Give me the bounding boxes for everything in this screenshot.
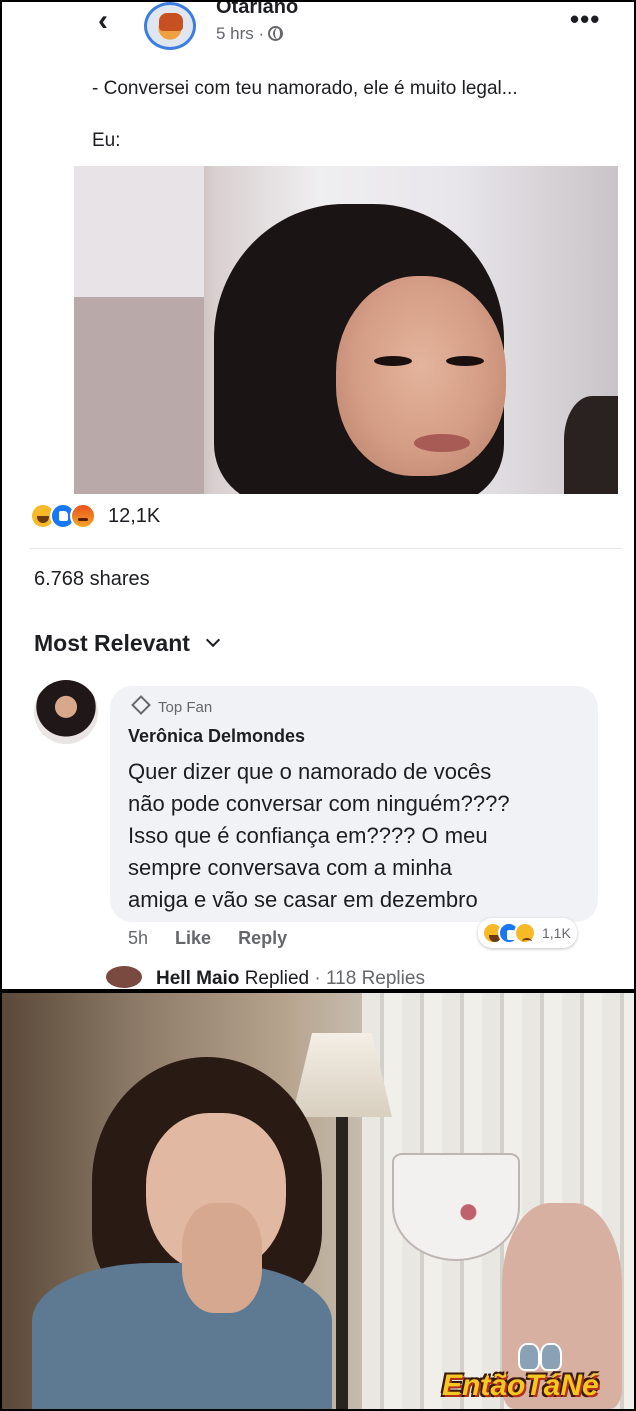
comment-actions: 5h Like Reply bbox=[128, 928, 309, 949]
reply-count: · 118 Replies bbox=[314, 968, 425, 989]
comment-text: Quer dizer que o namorado de vocês não p… bbox=[128, 759, 510, 912]
reply-action: Replied bbox=[244, 968, 310, 989]
post-text-line: Eu: bbox=[92, 130, 121, 151]
commenter-avatar[interactable] bbox=[34, 680, 98, 744]
post-text-line: - Conversei com teu namorado, ele é muit… bbox=[92, 78, 518, 99]
more-options-icon[interactable]: ••• bbox=[570, 4, 600, 35]
chevron-down-icon bbox=[205, 632, 221, 648]
globe-icon bbox=[268, 26, 284, 41]
back-icon[interactable]: ‹ bbox=[98, 6, 128, 38]
post-timestamp: 5 hrs · bbox=[216, 24, 284, 44]
comment-sort-dropdown[interactable]: Most Relevant bbox=[34, 630, 221, 657]
comment-sort-label: Most Relevant bbox=[34, 630, 190, 656]
post-reactions[interactable]: 12,1K bbox=[30, 502, 160, 530]
teacup bbox=[392, 1153, 520, 1261]
page-name[interactable]: Otariano bbox=[216, 2, 298, 19]
replies-preview[interactable]: Hell Maio Replied · 118 Replies bbox=[106, 966, 425, 989]
reaction-count: 12,1K bbox=[108, 504, 161, 527]
reply-author: Hell Maio bbox=[156, 968, 240, 989]
diamond-icon bbox=[131, 695, 151, 715]
post-image[interactable] bbox=[74, 166, 618, 494]
reply-button[interactable]: Reply bbox=[238, 928, 287, 948]
like-button[interactable]: Like bbox=[175, 928, 211, 948]
angry-reaction-icon bbox=[70, 503, 96, 529]
top-fan-badge: Top Fan bbox=[131, 695, 213, 716]
comment-bubble: Top Fan Verônica Delmondes Quer dizer qu… bbox=[110, 686, 598, 922]
page-avatar[interactable] bbox=[144, 2, 196, 50]
watermark-logo: EntãoTáNé bbox=[442, 1369, 599, 1402]
comment-author[interactable]: Verônica Delmondes bbox=[128, 726, 305, 747]
sad-reaction-icon bbox=[514, 922, 536, 944]
reaction-meme-photo: EntãoTáNé bbox=[2, 993, 634, 1409]
comment-time: 5h bbox=[128, 928, 149, 948]
comment-reaction-count: 1,1K bbox=[542, 925, 571, 941]
badge-label: Top Fan bbox=[158, 699, 213, 716]
share-count[interactable]: 6.768 shares bbox=[34, 568, 150, 591]
reply-avatar bbox=[106, 966, 142, 988]
divider bbox=[30, 548, 622, 549]
comment-reactions[interactable]: 1,1K bbox=[478, 918, 577, 948]
facebook-post-screenshot: ‹ Otariano 5 hrs · ••• - Conversei com t… bbox=[2, 2, 634, 989]
watermark-cats-icon bbox=[518, 1337, 562, 1371]
post-time-text: 5 hrs · bbox=[216, 24, 265, 43]
